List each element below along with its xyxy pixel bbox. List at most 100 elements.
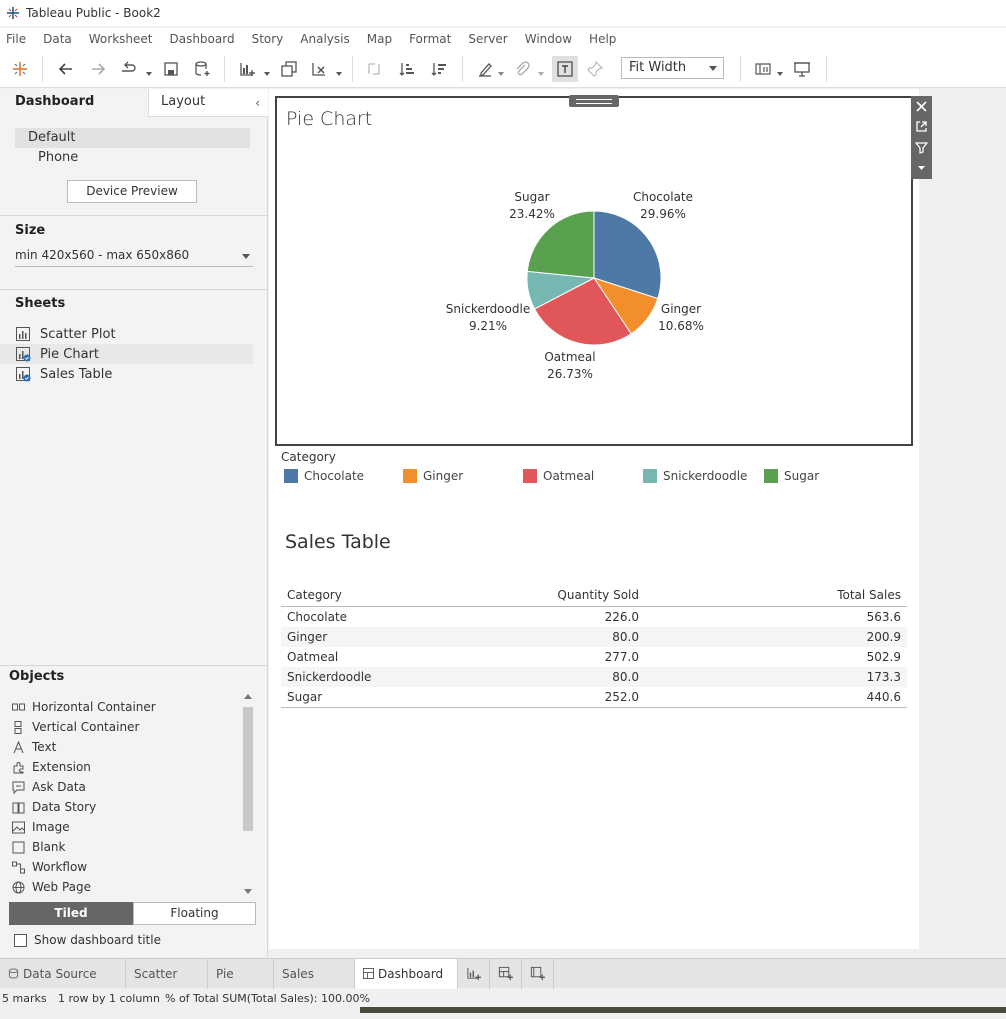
object-ask-data[interactable]: Ask Data <box>12 777 86 797</box>
tableau-home-icon[interactable] <box>9 58 31 80</box>
scroll-up-icon[interactable] <box>244 694 252 699</box>
menu-server[interactable]: Server <box>468 32 507 46</box>
scroll-thumb[interactable] <box>243 707 253 831</box>
menu-story[interactable]: Story <box>252 32 284 46</box>
pin-icon[interactable] <box>584 58 606 80</box>
left-panel: Dashboard Layout ‹ Default Phone Device … <box>0 89 268 957</box>
column-header-category[interactable]: Category <box>287 588 342 607</box>
clear-dropdown-icon[interactable] <box>336 66 342 76</box>
replay-dropdown-icon[interactable] <box>146 66 152 76</box>
tab-dashboard[interactable]: Dashboard <box>0 89 148 117</box>
object-horizontal-container[interactable]: Horizontal Container <box>12 697 156 717</box>
swap-icon[interactable] <box>363 58 385 80</box>
column-header-quantity-sold[interactable]: Quantity Sold <box>539 588 639 607</box>
object-image[interactable]: Image <box>12 817 70 837</box>
new-sheet-dropdown-icon[interactable] <box>264 66 270 76</box>
new-worksheet-icon[interactable] <box>236 58 258 80</box>
sort-descending-icon[interactable] <box>428 58 450 80</box>
show-cards-icon[interactable] <box>752 58 774 80</box>
go-to-sheet-icon[interactable] <box>914 119 929 134</box>
tab-data-source[interactable]: Data Source <box>0 959 126 989</box>
menu-file[interactable]: File <box>6 32 26 46</box>
attachment-icon[interactable] <box>511 58 533 80</box>
object-blank[interactable]: Blank <box>12 837 65 857</box>
table-row[interactable]: Snickerdoodle 80.0 173.3 <box>281 667 907 687</box>
pie-label-category: Snickerdoodle <box>446 302 530 316</box>
sheet-item-scatter-plot[interactable]: Scatter Plot <box>15 324 268 344</box>
objects-scrollbar[interactable] <box>241 691 255 897</box>
show-title-checkbox[interactable] <box>14 933 27 947</box>
object-vertical-container[interactable]: Vertical Container <box>12 717 139 737</box>
tab-layout[interactable]: Layout ‹ <box>148 89 268 117</box>
table-row[interactable]: Sugar 252.0 440.6 <box>281 687 907 707</box>
legend-item-ginger[interactable]: Ginger <box>403 469 463 483</box>
presentation-mode-icon[interactable] <box>791 58 813 80</box>
table-row[interactable]: Chocolate 226.0 563.6 <box>281 607 907 627</box>
object-workflow[interactable]: Workflow <box>12 857 87 877</box>
tiled-button[interactable]: Tiled <box>9 902 133 925</box>
new-story-tab-icon[interactable] <box>522 959 554 989</box>
undo-icon[interactable] <box>55 58 77 80</box>
attachment-dropdown-icon[interactable] <box>538 66 544 76</box>
menu-data[interactable]: Data <box>43 32 72 46</box>
legend-item-sugar[interactable]: Sugar <box>764 469 819 483</box>
pie-label-percent: 23.42% <box>509 207 555 221</box>
size-dropdown[interactable]: min 420x560 - max 650x860 <box>15 247 253 267</box>
legend-label: Chocolate <box>304 469 365 483</box>
menu-analysis[interactable]: Analysis <box>300 32 349 46</box>
tab-scatter-plot[interactable]: Scatter Plot <box>126 959 208 1011</box>
menu-window[interactable]: Window <box>525 32 572 46</box>
legend-item-chocolate[interactable]: Chocolate <box>284 469 364 483</box>
close-icon[interactable] <box>914 99 929 114</box>
device-phone[interactable]: Phone <box>38 150 78 165</box>
drag-handle-icon[interactable] <box>569 95 619 107</box>
column-header-total-sales[interactable]: Total Sales <box>801 588 901 607</box>
object-label: Web Page <box>32 880 92 894</box>
object-web-page[interactable]: Web Page <box>12 877 91 897</box>
legend-label: Sugar <box>784 469 820 483</box>
legend-swatch <box>643 469 657 483</box>
tab-pie-chart[interactable]: Pie Chart <box>208 959 274 1011</box>
filter-icon[interactable] <box>914 140 929 155</box>
floating-button[interactable]: Floating <box>133 902 256 925</box>
duplicate-icon[interactable] <box>278 58 300 80</box>
menu-format[interactable]: Format <box>409 32 451 46</box>
replay-icon[interactable] <box>117 58 139 80</box>
legend-item-snickerdoodle[interactable]: Snickerdoodle <box>643 469 747 483</box>
device-preview-button[interactable]: Device Preview <box>67 180 197 203</box>
menu-map[interactable]: Map <box>367 32 392 46</box>
new-dashboard-tab-icon[interactable] <box>490 959 522 989</box>
pie-chart[interactable]: Chocolate 29.96% Ginger 10.68% Oatmeal 26.73%… <box>276 140 912 430</box>
fit-width-dropdown[interactable]: Fit Width <box>621 57 724 79</box>
show-cards-dropdown-icon[interactable] <box>777 66 783 76</box>
device-default[interactable]: Default <box>15 128 250 148</box>
redo-icon[interactable] <box>87 58 109 80</box>
new-worksheet-tab-icon[interactable] <box>458 959 490 989</box>
sheet-item-pie-chart[interactable]: Pie Chart <box>0 344 253 364</box>
scroll-down-icon[interactable] <box>244 889 252 894</box>
object-extension[interactable]: Extension <box>12 757 91 777</box>
show-labels-icon[interactable] <box>552 56 578 82</box>
menu-worksheet[interactable]: Worksheet <box>89 32 153 46</box>
more-options-icon[interactable] <box>914 160 929 175</box>
sort-ascending-icon[interactable] <box>396 58 418 80</box>
pie-label-category: Chocolate <box>633 190 693 204</box>
highlight-dropdown-icon[interactable] <box>498 66 504 76</box>
menu-help[interactable]: Help <box>589 32 616 46</box>
sheet-item-sales-table[interactable]: Sales Table <box>15 364 268 384</box>
pie-slice-sugar[interactable] <box>526 210 595 279</box>
table-row[interactable]: Ginger 80.0 200.9 <box>281 627 907 647</box>
legend-item-oatmeal[interactable]: Oatmeal <box>523 469 594 483</box>
new-data-source-icon[interactable] <box>191 58 213 80</box>
show-dashboard-title-option[interactable]: Show dashboard title <box>14 933 161 947</box>
table-row[interactable]: Oatmeal 277.0 502.9 <box>281 647 907 667</box>
clear-sheet-icon[interactable] <box>308 58 330 80</box>
save-icon[interactable] <box>160 58 182 80</box>
object-data-story[interactable]: Data Story <box>12 797 96 817</box>
tab-dashboard-1[interactable]: Dashboard 1 <box>355 959 458 1011</box>
tab-sales-table[interactable]: Sales Table <box>274 959 355 1011</box>
highlight-icon[interactable] <box>474 58 496 80</box>
menu-dashboard[interactable]: Dashboard <box>169 32 234 46</box>
object-text[interactable]: Text <box>12 737 56 757</box>
collapse-panel-icon[interactable]: ‹ <box>255 96 260 110</box>
